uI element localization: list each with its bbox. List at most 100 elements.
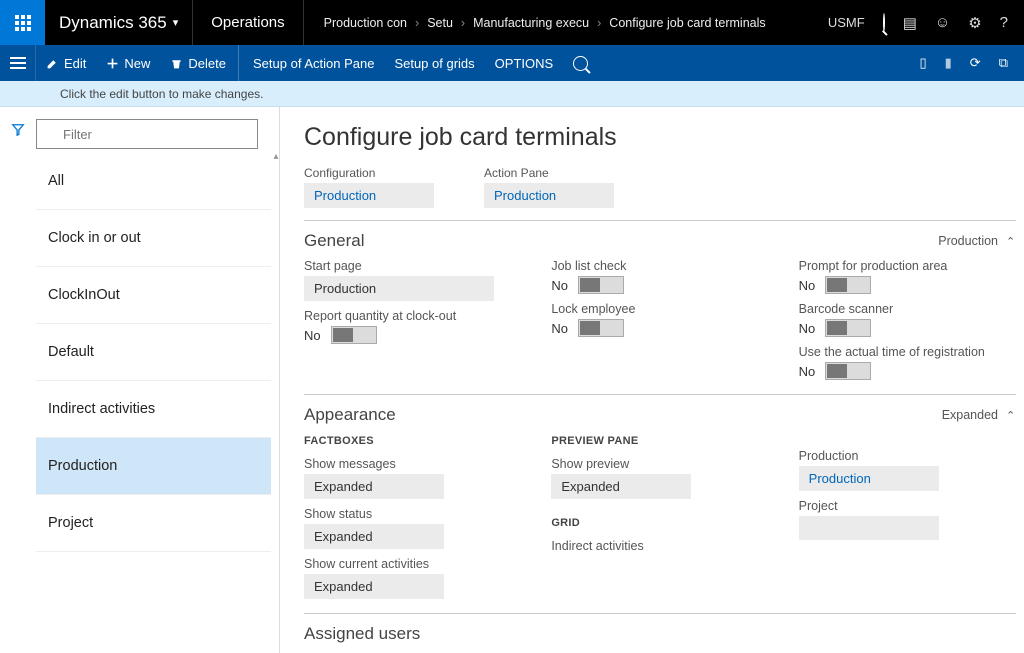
actual-time-toggle[interactable]	[825, 362, 871, 380]
lock-employee-toggle[interactable]	[578, 319, 624, 337]
search-icon[interactable]	[883, 14, 885, 31]
popout-icon[interactable]: ⧉	[999, 55, 1008, 71]
new-button[interactable]: New	[96, 45, 160, 81]
barcode-label: Barcode scanner	[799, 302, 1016, 316]
job-list-label: Job list check	[551, 259, 768, 273]
indirect-activities-label: Indirect activities	[551, 539, 768, 553]
chevron-down-icon: ▾	[173, 16, 179, 29]
show-preview-value[interactable]: Expanded	[551, 474, 691, 499]
filter-input[interactable]	[36, 119, 258, 149]
brand-switcher[interactable]: Dynamics 365 ▾	[45, 0, 193, 45]
filter-column	[0, 107, 36, 653]
chevron-right-icon: ›	[597, 16, 601, 30]
trash-icon	[170, 57, 183, 70]
module-name[interactable]: Operations	[193, 0, 303, 45]
edit-button[interactable]: Edit	[36, 45, 96, 81]
pencil-icon	[46, 57, 59, 70]
app-header: Dynamics 365 ▾ Operations Production con…	[0, 0, 1024, 45]
project-field-value[interactable]	[799, 516, 939, 540]
show-messages-label: Show messages	[304, 457, 521, 471]
setup-action-pane-button[interactable]: Setup of Action Pane	[243, 45, 384, 81]
search-action-icon[interactable]	[563, 45, 598, 81]
sidebar-item-default[interactable]: Default	[36, 324, 271, 381]
appearance-title: Appearance	[304, 405, 416, 425]
show-current-value[interactable]: Expanded	[304, 574, 444, 599]
preview-pane-subhead: PREVIEW PANE	[551, 435, 768, 447]
sidebar: ▴ All Clock in or out ClockInOut Default…	[36, 107, 280, 653]
appearance-section-header[interactable]: Appearance Expanded ⌃	[304, 405, 1016, 425]
office-icon[interactable]: ▯	[919, 55, 926, 71]
bc-item[interactable]: Configure job card terminals	[609, 16, 765, 30]
chevron-up-icon: ⌃	[1006, 235, 1016, 248]
general-summary: Production	[938, 234, 1006, 248]
general-section-header[interactable]: General Production ⌃	[304, 231, 1016, 251]
info-bar: Click the edit button to make changes.	[0, 81, 1024, 107]
feedback-icon[interactable]: ▤	[903, 14, 917, 32]
help-icon[interactable]: ?	[1000, 14, 1008, 31]
company-code[interactable]: USMF	[828, 15, 865, 30]
barcode-toggle[interactable]	[825, 319, 871, 337]
sidebar-item-production[interactable]: Production	[36, 438, 271, 495]
assigned-users-title: Assigned users	[304, 624, 440, 644]
start-page-label: Start page	[304, 259, 521, 273]
production-field-label: Production	[799, 449, 1016, 463]
actual-time-label: Use the actual time of registration	[799, 345, 1016, 359]
prompt-area-toggle[interactable]	[825, 276, 871, 294]
hamburger-icon[interactable]	[0, 45, 36, 81]
info-text: Click the edit button to make changes.	[60, 87, 263, 101]
plus-icon	[106, 57, 119, 70]
prompt-area-value: No	[799, 278, 816, 293]
job-list-value: No	[551, 278, 568, 293]
bc-item[interactable]: Production con	[324, 16, 407, 30]
refresh-icon[interactable]: ⟳	[970, 55, 981, 71]
sidebar-item-project[interactable]: Project	[36, 495, 271, 552]
app-launcher-icon[interactable]	[0, 0, 45, 45]
lock-employee-label: Lock employee	[551, 302, 768, 316]
lock-employee-value: No	[551, 321, 568, 336]
smiley-icon[interactable]: ☺	[935, 14, 950, 31]
scroll-up-icon[interactable]: ▴	[271, 151, 281, 162]
job-list-toggle[interactable]	[578, 276, 624, 294]
production-field-value[interactable]: Production	[799, 466, 939, 491]
config-value[interactable]: Production	[304, 183, 434, 208]
filter-input-wrap	[36, 119, 271, 149]
report-qty-value: No	[304, 328, 321, 343]
factboxes-subhead: FACTBOXES	[304, 435, 521, 447]
show-status-label: Show status	[304, 507, 521, 521]
chevron-up-icon: ⌃	[1006, 409, 1016, 422]
prompt-area-label: Prompt for production area	[799, 259, 1016, 273]
sidebar-item-all[interactable]: All	[36, 153, 271, 210]
sidebar-item-clockinout[interactable]: ClockInOut	[36, 267, 271, 324]
attach-icon[interactable]: ▮	[945, 55, 952, 71]
options-tab[interactable]: OPTIONS	[485, 45, 564, 81]
show-messages-value[interactable]: Expanded	[304, 474, 444, 499]
action-pane-label: Action Pane	[484, 166, 614, 180]
grid-subhead: GRID	[551, 517, 768, 529]
appearance-summary: Expanded	[942, 408, 1006, 422]
chevron-right-icon: ›	[461, 16, 465, 30]
delete-button[interactable]: Delete	[160, 45, 239, 81]
sidebar-item-clock-in-or-out[interactable]: Clock in or out	[36, 210, 271, 267]
assigned-users-section-header[interactable]: Assigned users	[304, 624, 1016, 644]
start-page-value[interactable]: Production	[304, 276, 494, 301]
bc-item[interactable]: Manufacturing execu	[473, 16, 589, 30]
show-preview-label: Show preview	[551, 457, 768, 471]
report-qty-toggle[interactable]	[331, 326, 377, 344]
actual-time-value: No	[799, 364, 816, 379]
project-field-label: Project	[799, 499, 1016, 513]
breadcrumb: Production con › Setu › Manufacturing ex…	[304, 16, 812, 30]
funnel-icon[interactable]	[11, 123, 25, 137]
bc-item[interactable]: Setu	[427, 16, 453, 30]
action-bar: Edit New Delete Setup of Action Pane Set…	[0, 45, 1024, 81]
page-title: Configure job card terminals	[304, 123, 1016, 152]
setup-grids-button[interactable]: Setup of grids	[384, 45, 484, 81]
delete-label: Delete	[188, 56, 226, 71]
sidebar-item-indirect-activities[interactable]: Indirect activities	[36, 381, 271, 438]
show-current-label: Show current activities	[304, 557, 521, 571]
show-status-value[interactable]: Expanded	[304, 524, 444, 549]
general-title: General	[304, 231, 384, 251]
gear-icon[interactable]: ⚙	[968, 14, 981, 32]
action-pane-value[interactable]: Production	[484, 183, 614, 208]
config-label: Configuration	[304, 166, 434, 180]
edit-label: Edit	[64, 56, 86, 71]
